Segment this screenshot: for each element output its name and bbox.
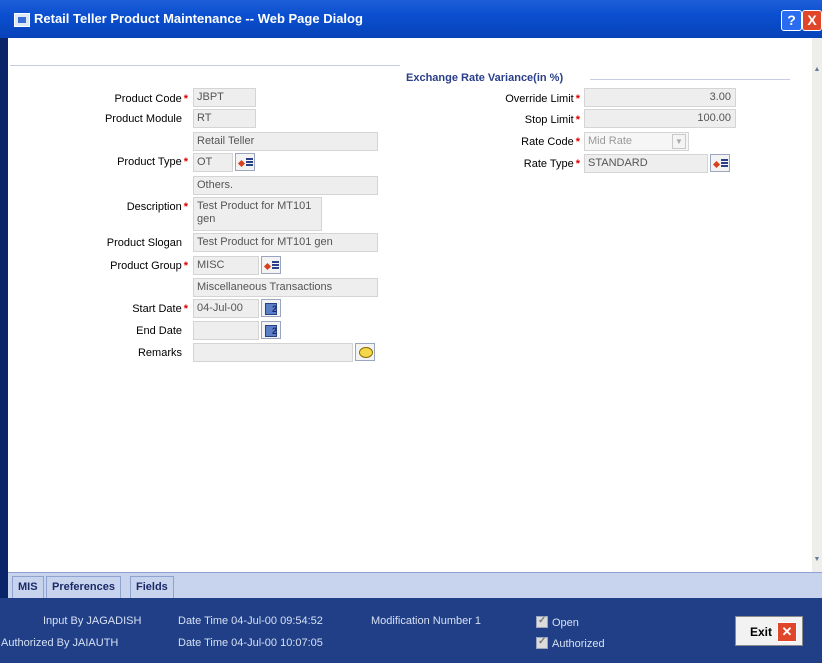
exit-label: Exit	[750, 625, 773, 639]
remarks-label: Remarks	[137, 347, 182, 359]
stop-limit-field[interactable]: 100.00	[584, 109, 736, 128]
start-date-field[interactable]: 04-Jul-00	[193, 299, 259, 318]
description-field[interactable]: Test Product for MT101 gen	[193, 197, 322, 231]
scroll-up-icon[interactable]: ▲	[812, 66, 822, 73]
help-button[interactable]: ?	[781, 10, 802, 31]
header-divider-left	[10, 65, 400, 66]
window-left-border	[0, 38, 8, 572]
input-datetime-text: Date Time 04-Jul-00 09:54:52	[178, 615, 323, 627]
window-close-button[interactable]: X	[802, 10, 822, 31]
product-type-description: Others.	[193, 176, 378, 195]
product-group-field[interactable]: MISC	[193, 256, 259, 275]
end-date-field[interactable]	[193, 321, 259, 340]
rate-code-label: Rate Code *	[521, 136, 580, 148]
product-module-label: Product Module	[104, 113, 182, 125]
open-checkbox	[536, 615, 548, 628]
start-date-calendar-icon[interactable]	[261, 299, 281, 317]
modification-number-text: Modification Number 1	[371, 615, 482, 627]
chevron-down-icon[interactable]: ▼	[672, 134, 686, 149]
rate-type-field[interactable]: STANDARD	[584, 154, 708, 173]
dialog-app-icon	[14, 13, 30, 27]
description-label: Description *	[126, 201, 188, 213]
override-limit-label: Override Limit *	[505, 93, 580, 105]
rate-type-label: Rate Type *	[523, 158, 580, 170]
start-date-label: Start Date *	[132, 303, 188, 315]
tab-mis[interactable]: MIS	[12, 576, 44, 598]
end-date-calendar-icon[interactable]	[261, 321, 281, 339]
product-group-description: Miscellaneous Transactions	[193, 278, 378, 297]
authorized-checkbox	[536, 636, 548, 649]
tab-preferences[interactable]: Preferences	[46, 576, 121, 598]
tab-fields[interactable]: Fields	[130, 576, 174, 598]
product-code-label: Product Code *	[114, 93, 188, 105]
audit-footer: Input By JAGADISH Authorized By JAIAUTH …	[0, 598, 822, 663]
tab-bar: MIS Preferences Fields	[8, 572, 822, 598]
override-limit-field[interactable]: 3.00	[584, 88, 736, 107]
vertical-scrollbar[interactable]: ▲ ▼	[812, 38, 822, 572]
input-by-text: Input By JAGADISH	[43, 615, 142, 627]
stop-limit-label: Stop Limit *	[524, 114, 580, 126]
exchange-section-title: Exchange Rate Variance(in %)	[406, 72, 564, 84]
remarks-field[interactable]	[193, 343, 353, 362]
product-group-label: Product Group *	[110, 260, 188, 272]
rate-type-lov-icon[interactable]	[710, 154, 730, 172]
product-module-field[interactable]: RT	[193, 109, 256, 128]
window-title: Retail Teller Product Maintenance -- Web…	[34, 11, 363, 26]
close-icon: ✕	[777, 622, 797, 642]
product-slogan-label: Product Slogan	[106, 237, 182, 249]
authorized-label: Authorized	[552, 638, 605, 650]
exit-button[interactable]: Exit ✕	[735, 616, 803, 646]
auth-datetime-text: Date Time 04-Jul-00 10:07:05	[178, 637, 323, 649]
title-bar: Retail Teller Product Maintenance -- Web…	[0, 0, 822, 38]
end-date-label: End Date	[136, 325, 182, 337]
product-type-field[interactable]: OT	[193, 153, 233, 172]
product-type-lov-icon[interactable]	[235, 153, 255, 171]
remarks-comment-icon[interactable]	[355, 343, 375, 361]
product-slogan-field[interactable]: Test Product for MT101 gen	[193, 233, 378, 252]
scroll-down-icon[interactable]: ▼	[812, 556, 822, 563]
exchange-section-divider	[590, 79, 790, 80]
product-module-description: Retail Teller	[193, 132, 378, 151]
product-type-label: Product Type *	[117, 156, 188, 168]
authorized-by-text: Authorized By JAIAUTH	[1, 637, 119, 649]
form-body: Exchange Rate Variance(in %) Product Cod…	[8, 38, 812, 572]
product-group-lov-icon[interactable]	[261, 256, 281, 274]
product-code-field[interactable]: JBPT	[193, 88, 256, 107]
open-label: Open	[552, 617, 579, 629]
